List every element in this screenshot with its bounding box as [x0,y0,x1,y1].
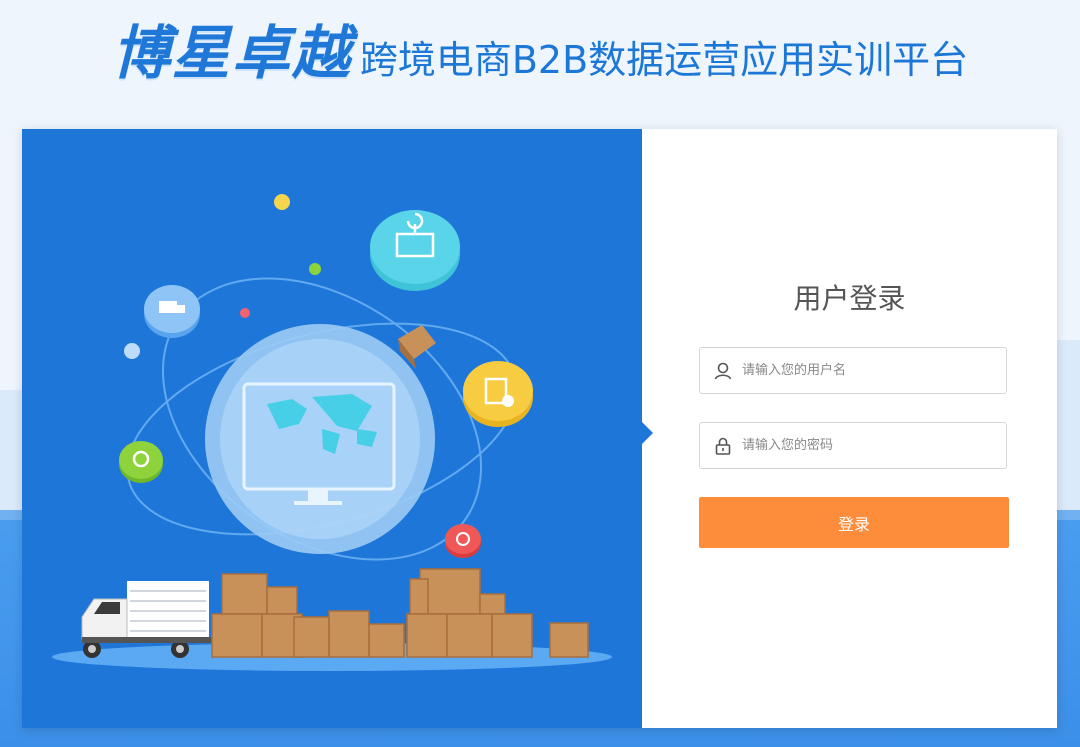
support-agent-icon [119,441,163,483]
login-card: 用户登录 登录 [22,129,1057,728]
login-button[interactable]: 登录 [699,497,1009,548]
delivery-truck-icon [144,285,200,338]
brand-logo-text: 博星卓越 [111,19,352,87]
lock-icon [715,437,731,455]
username-field[interactable] [699,347,1007,394]
platform-title: 跨境电商B2B数据运营应用实训平台 [359,38,969,82]
username-input[interactable] [740,347,1006,394]
package-stacks [211,568,589,658]
password-input[interactable] [740,422,1006,469]
password-field[interactable] [699,422,1007,469]
illustration-graphic [52,194,612,671]
checklist-icon [463,361,533,427]
user-icon [714,362,732,379]
login-panel: 用户登录 登录 [642,129,1057,728]
page-header: 博星卓越 跨境电商B2B数据运营应用实训平台 [0,6,1080,90]
login-title: 用户登录 [793,282,906,315]
logistics-illustration [22,129,642,728]
global-shipping-icon [445,524,481,558]
container-crane-icon [370,210,460,291]
